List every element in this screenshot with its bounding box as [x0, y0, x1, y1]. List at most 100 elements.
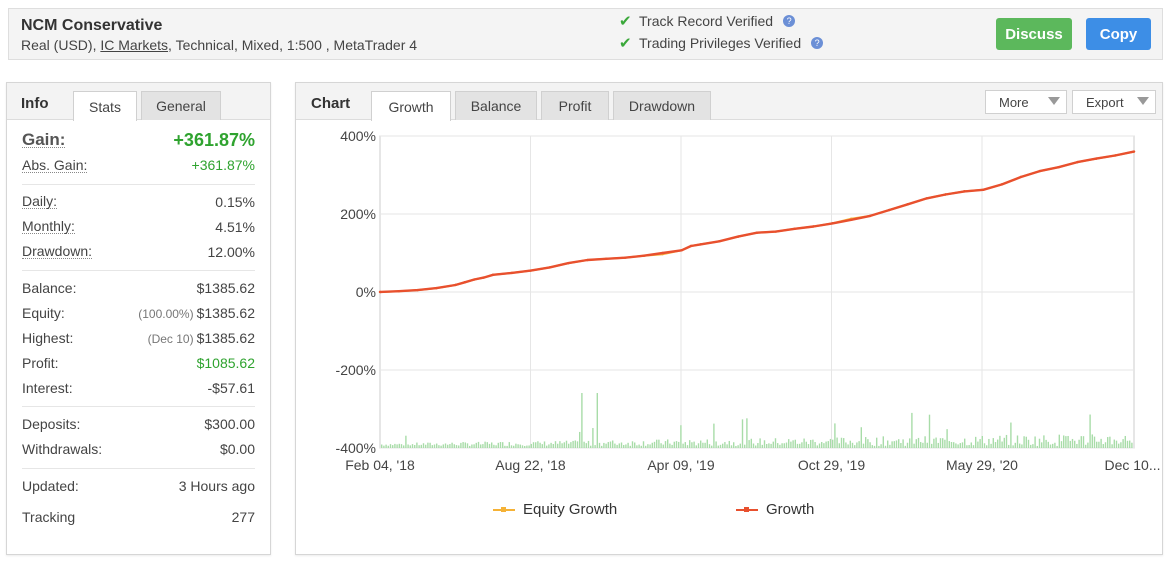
volume-bar — [959, 443, 961, 448]
growth-chart: 400% 200% 0% -200% -400%Feb 04, '18 Aug 22, '… — [336, 128, 1161, 473]
volume-bar — [528, 445, 530, 448]
account-name: NCM Conservative — [21, 17, 163, 34]
volume-bar — [1109, 436, 1111, 448]
growth-line-point — [454, 283, 457, 287]
help-icon[interactable]: ? — [811, 37, 824, 49]
volume-bar — [414, 445, 416, 448]
equity-row: Equity: (100.00%) $1385.62 — [22, 301, 255, 326]
volume-bar — [682, 443, 684, 448]
more-label: More — [999, 94, 1029, 110]
tab-drawdown[interactable]: Drawdown — [613, 91, 711, 120]
volume-bar — [898, 439, 900, 448]
volume-bar — [1102, 444, 1104, 448]
growth-line-point — [661, 251, 664, 255]
volume-bar — [1076, 443, 1078, 448]
volume-bar — [398, 443, 400, 448]
volume-bar — [739, 443, 741, 448]
volume-bar — [425, 444, 427, 448]
y-tick-label: 400% — [340, 128, 376, 144]
volume-bar — [607, 442, 609, 448]
growth-line-point — [831, 222, 834, 225]
volume-bar — [460, 442, 462, 448]
stats-list: Gain: +361.87% Abs. Gain: +361.87% Daily… — [7, 120, 270, 535]
tab-stats[interactable]: Stats — [73, 91, 137, 121]
equity-label: Equity: — [22, 305, 65, 322]
x-tick-label: Feb 04, '18 — [345, 457, 415, 473]
broker-link[interactable]: IC Markets — [100, 37, 168, 53]
profit-value: $1085.62 — [196, 354, 255, 371]
tracking-label: Tracking — [22, 508, 76, 525]
volume-bar — [887, 440, 889, 448]
tab-profit[interactable]: Profit — [541, 91, 609, 120]
y-tick-label: -400% — [336, 440, 376, 456]
volume-bar — [757, 443, 759, 448]
drawdown-row: Drawdown: 12.00% — [22, 239, 255, 264]
growth-line-point — [642, 254, 646, 257]
copy-button[interactable]: Copy — [1086, 18, 1151, 50]
volume-bar — [1030, 444, 1032, 448]
volume-bar — [400, 444, 403, 448]
volume-bar — [636, 445, 638, 448]
volume-bar — [827, 441, 829, 448]
volume-bar — [532, 442, 535, 448]
volume-bar — [585, 443, 587, 448]
volume-bar — [612, 440, 614, 448]
tab-balance[interactable]: Balance — [455, 91, 537, 120]
volume-bar — [429, 442, 431, 448]
volume-bar — [825, 441, 827, 448]
volume-bar — [680, 425, 682, 448]
volume-bar — [385, 444, 387, 448]
growth-line-point — [982, 188, 985, 192]
volume-bar — [620, 442, 623, 448]
highest-label: Highest: — [22, 329, 74, 346]
volume-bar — [550, 442, 552, 448]
volume-bar — [997, 439, 999, 448]
legend-equity-growth[interactable]: Equity Growth — [493, 501, 617, 518]
legend-growth[interactable]: Growth — [736, 501, 814, 518]
export-dropdown[interactable]: Export — [1072, 90, 1156, 114]
volume-bar — [810, 439, 812, 448]
volume-bar — [801, 442, 803, 448]
growth-line-point — [925, 197, 928, 200]
volume-bar — [981, 436, 983, 448]
volume-bar — [381, 444, 383, 448]
volume-bar — [1021, 444, 1023, 448]
volume-bar — [447, 444, 449, 448]
volume-bar — [942, 438, 944, 448]
volume-bar — [570, 442, 572, 448]
info-panel: Info Stats General Gain: +361.87% Abs. G… — [6, 82, 271, 555]
volume-bar — [878, 445, 880, 448]
volume-bar — [858, 441, 860, 448]
tab-growth[interactable]: Growth — [371, 91, 451, 121]
volume-bar — [1129, 440, 1131, 448]
interest-value: -$57.61 — [207, 379, 255, 396]
deposits-row: Deposits: $300.00 — [22, 412, 255, 437]
volume-bar — [554, 441, 557, 448]
more-dropdown[interactable]: More — [985, 90, 1067, 114]
volume-bar — [539, 442, 541, 448]
volume-bar — [601, 445, 603, 448]
discuss-button[interactable]: Discuss — [996, 18, 1072, 50]
volume-bar — [719, 444, 722, 448]
growth-line-point — [491, 273, 495, 277]
volume-bar — [664, 441, 667, 448]
volume-bar — [1124, 435, 1126, 448]
x-tick-label: Apr 09, '19 — [647, 457, 714, 473]
growth-line-point — [755, 231, 759, 234]
volume-bar — [1067, 435, 1069, 448]
volume-bar — [744, 444, 746, 448]
volume-bar — [594, 445, 596, 448]
volume-bar — [715, 441, 717, 448]
chart-tabs: Chart Growth Balance Profit Drawdown Mor… — [296, 83, 1162, 121]
help-icon[interactable]: ? — [783, 15, 796, 27]
volume-bar — [902, 439, 904, 448]
volume-bar — [493, 444, 495, 448]
volume-bar — [656, 439, 658, 448]
volume-bar — [1093, 436, 1096, 448]
tab-general[interactable]: General — [141, 91, 221, 120]
growth-line-point — [680, 249, 683, 252]
volume-bar — [535, 442, 537, 448]
volume-bar — [964, 438, 966, 448]
monthly-value: 4.51% — [215, 218, 255, 235]
volume-bar — [537, 441, 539, 448]
